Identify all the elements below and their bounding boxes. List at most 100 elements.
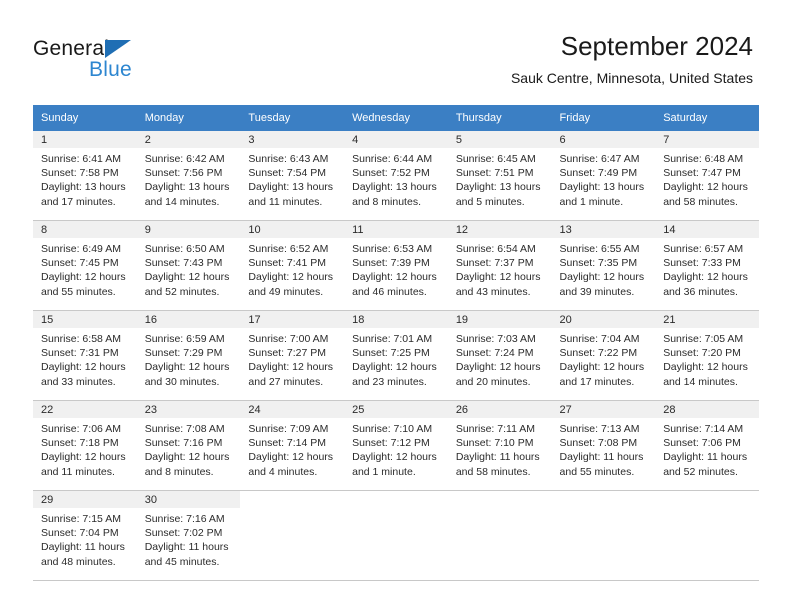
calendar-day-cell[interactable]: 17 Sunrise: 7:00 AM Sunset: 7:27 PM Dayligh… [240, 310, 345, 401]
sunset-text: Sunset: 7:54 PM [248, 167, 327, 180]
daylight-text-line2: and 1 minute. [559, 195, 624, 208]
daylight-text-line1: Daylight: 12 hours [144, 451, 230, 464]
day-details: Sunrise: 7:16 AM Sunset: 7:02 PM Daylight:… [137, 508, 241, 569]
sunrise-text: Sunrise: 6:52 AM [248, 243, 329, 255]
sunrise-text: Sunrise: 6:50 AM [144, 243, 225, 255]
weekday-header-wednesday: Wednesday [344, 105, 448, 131]
calendar-day-cell[interactable]: 21 Sunrise: 7:05 AM Sunset: 7:20 PM Dayligh… [655, 310, 759, 401]
day-number: 5 [447, 131, 552, 148]
calendar-day-cell[interactable]: 15 Sunrise: 6:58 AM Sunset: 7:31 PM Dayligh… [33, 310, 137, 401]
calendar-day-cell[interactable]: 25 Sunrise: 7:10 AM Sunset: 7:12 PM Dayligh… [344, 400, 448, 491]
daylight-text-line1: Daylight: 13 hours [248, 181, 334, 194]
day-details: Sunrise: 7:14 AM Sunset: 7:06 PM Daylight:… [655, 418, 759, 479]
daylight-text-line1: Daylight: 13 hours [144, 181, 230, 194]
daylight-text-line2: and 17 minutes. [41, 195, 116, 208]
page-header: General Blue September 2024 Sauk Centre,… [0, 0, 792, 100]
calendar-cell-empty [655, 490, 759, 581]
day-number: 22 [33, 401, 137, 418]
calendar-day-cell[interactable]: 12 Sunrise: 6:54 AM Sunset: 7:37 PM Dayligh… [447, 220, 552, 311]
sunrise-text: Sunrise: 6:53 AM [352, 243, 433, 255]
calendar-day-cell[interactable]: 13 Sunrise: 6:55 AM Sunset: 7:35 PM Dayligh… [551, 220, 656, 311]
sunset-text: Sunset: 7:52 PM [352, 167, 430, 180]
daylight-text-line2: and 39 minutes. [559, 285, 635, 298]
calendar-day-cell[interactable]: 9 Sunrise: 6:50 AM Sunset: 7:43 PM Daylight… [136, 220, 241, 311]
sunset-text: Sunset: 7:04 PM [41, 527, 119, 540]
daylight-text-line2: and 30 minutes. [144, 375, 220, 388]
calendar-day-cell[interactable]: 16 Sunrise: 6:59 AM Sunset: 7:29 PM Dayligh… [136, 310, 241, 401]
day-number: 26 [447, 401, 552, 418]
sunset-text: Sunset: 7:10 PM [455, 437, 534, 450]
calendar-week-row: 8 Sunrise: 6:49 AM Sunset: 7:45 PM Daylight… [33, 220, 759, 311]
daylight-text-line2: and 14 minutes. [663, 375, 738, 388]
daylight-text-line2: and 46 minutes. [352, 285, 427, 298]
sunset-text: Sunset: 7:43 PM [144, 257, 223, 270]
calendar-day-cell[interactable]: 5 Sunrise: 6:45 AM Sunset: 7:51 PM Daylight… [447, 131, 552, 221]
calendar-day-cell[interactable]: 22 Sunrise: 7:06 AM Sunset: 7:18 PM Dayligh… [33, 400, 137, 491]
calendar-day-cell[interactable]: 19 Sunrise: 7:03 AM Sunset: 7:24 PM Dayligh… [447, 310, 552, 401]
calendar-day-cell[interactable]: 6 Sunrise: 6:47 AM Sunset: 7:49 PM Daylight… [551, 131, 656, 221]
calendar-day-cell[interactable]: 8 Sunrise: 6:49 AM Sunset: 7:45 PM Daylight… [33, 220, 137, 311]
weekday-header-sunday: Sunday [33, 105, 137, 131]
calendar-day-cell[interactable]: 27 Sunrise: 7:13 AM Sunset: 7:08 PM Dayligh… [551, 400, 656, 491]
sunrise-text: Sunrise: 6:44 AM [352, 153, 433, 165]
sunrise-text: Sunrise: 7:09 AM [248, 423, 329, 435]
day-number: 20 [551, 311, 656, 328]
calendar-day-cell[interactable]: 18 Sunrise: 7:01 AM Sunset: 7:25 PM Dayligh… [344, 310, 448, 401]
day-number: 17 [240, 311, 345, 328]
calendar-week-row: 29 Sunrise: 7:15 AM Sunset: 7:04 PM Dayligh… [33, 490, 759, 581]
calendar-day-cell[interactable]: 2 Sunrise: 6:42 AM Sunset: 7:56 PM Daylight… [136, 131, 241, 221]
calendar-day-cell[interactable]: 11 Sunrise: 6:53 AM Sunset: 7:39 PM Dayligh… [344, 220, 448, 311]
daylight-text-line2: and 11 minutes. [41, 465, 115, 478]
day-number: 10 [240, 221, 345, 238]
calendar-day-cell[interactable]: 10 Sunrise: 6:52 AM Sunset: 7:41 PM Dayligh… [240, 220, 345, 311]
sunset-text: Sunset: 7:18 PM [41, 437, 119, 450]
sunrise-text: Sunrise: 6:45 AM [455, 153, 536, 165]
sunset-text: Sunset: 7:56 PM [144, 167, 223, 180]
calendar-day-cell[interactable]: 7 Sunrise: 6:48 AM Sunset: 7:47 PM Daylight… [655, 131, 759, 221]
day-details: Sunrise: 6:42 AM Sunset: 7:56 PM Daylight:… [137, 148, 241, 209]
calendar-day-cell[interactable]: 20 Sunrise: 7:04 AM Sunset: 7:22 PM Dayligh… [551, 310, 656, 401]
daylight-text-line2: and 48 minutes. [41, 555, 116, 568]
calendar-body: 1 Sunrise: 6:41 AM Sunset: 7:58 PM Daylight… [33, 131, 759, 581]
day-details: Sunrise: 7:00 AM Sunset: 7:27 PM Daylight:… [240, 328, 344, 389]
sunrise-text: Sunrise: 7:13 AM [559, 423, 640, 435]
calendar-day-cell[interactable]: 26 Sunrise: 7:11 AM Sunset: 7:10 PM Dayligh… [447, 400, 552, 491]
daylight-text-line2: and 52 minutes. [663, 465, 738, 478]
day-number [344, 491, 448, 508]
sunset-text: Sunset: 7:49 PM [559, 167, 638, 180]
daylight-text-line1: Daylight: 12 hours [248, 271, 334, 284]
day-details: Sunrise: 6:44 AM Sunset: 7:52 PM Daylight:… [344, 148, 448, 209]
calendar-day-cell[interactable]: 3 Sunrise: 6:43 AM Sunset: 7:54 PM Daylight… [240, 131, 345, 221]
day-number [552, 491, 656, 508]
calendar-day-cell[interactable]: 30 Sunrise: 7:16 AM Sunset: 7:02 PM Dayligh… [136, 490, 241, 581]
day-number: 3 [240, 131, 345, 148]
sunset-text: Sunset: 7:16 PM [144, 437, 223, 450]
day-details: Sunrise: 6:58 AM Sunset: 7:31 PM Daylight:… [33, 328, 137, 389]
calendar-week-row: 22 Sunrise: 7:06 AM Sunset: 7:18 PM Dayligh… [33, 400, 759, 491]
day-details: Sunrise: 6:49 AM Sunset: 7:45 PM Daylight:… [33, 238, 137, 299]
calendar-page: General Blue September 2024 Sauk Centre,… [0, 0, 792, 612]
daylight-text-line2: and 20 minutes. [455, 375, 531, 388]
title-block: September 2024 Sauk Centre, Minnesota, U… [511, 30, 753, 88]
calendar-day-cell[interactable]: 1 Sunrise: 6:41 AM Sunset: 7:58 PM Daylight… [33, 131, 137, 221]
calendar-day-cell[interactable]: 4 Sunrise: 6:44 AM Sunset: 7:52 PM Daylight… [344, 131, 448, 221]
calendar-day-cell[interactable]: 29 Sunrise: 7:15 AM Sunset: 7:04 PM Dayligh… [33, 490, 137, 581]
sunrise-text: Sunrise: 6:57 AM [663, 243, 744, 255]
calendar-day-cell[interactable]: 23 Sunrise: 7:08 AM Sunset: 7:16 PM Dayligh… [136, 400, 241, 491]
calendar-day-cell[interactable]: 28 Sunrise: 7:14 AM Sunset: 7:06 PM Dayligh… [655, 400, 759, 491]
calendar-day-cell[interactable]: 24 Sunrise: 7:09 AM Sunset: 7:14 PM Dayligh… [240, 400, 345, 491]
calendar-day-cell[interactable]: 14 Sunrise: 6:57 AM Sunset: 7:33 PM Dayligh… [655, 220, 759, 311]
day-number: 12 [447, 221, 552, 238]
sunset-text: Sunset: 7:25 PM [352, 347, 430, 360]
weekday-header-monday: Monday [136, 105, 241, 131]
daylight-text-line2: and 58 minutes. [663, 195, 738, 208]
sunrise-text: Sunrise: 7:00 AM [248, 333, 329, 345]
sunrise-text: Sunrise: 6:42 AM [144, 153, 225, 165]
day-number: 11 [344, 221, 448, 238]
general-blue-logo[interactable]: General Blue [33, 36, 193, 82]
daylight-text-line1: Daylight: 11 hours [144, 541, 229, 554]
sunset-text: Sunset: 7:51 PM [455, 167, 534, 180]
day-number: 27 [551, 401, 656, 418]
daylight-text-line2: and 49 minutes. [248, 285, 324, 298]
daylight-text-line2: and 52 minutes. [144, 285, 220, 298]
